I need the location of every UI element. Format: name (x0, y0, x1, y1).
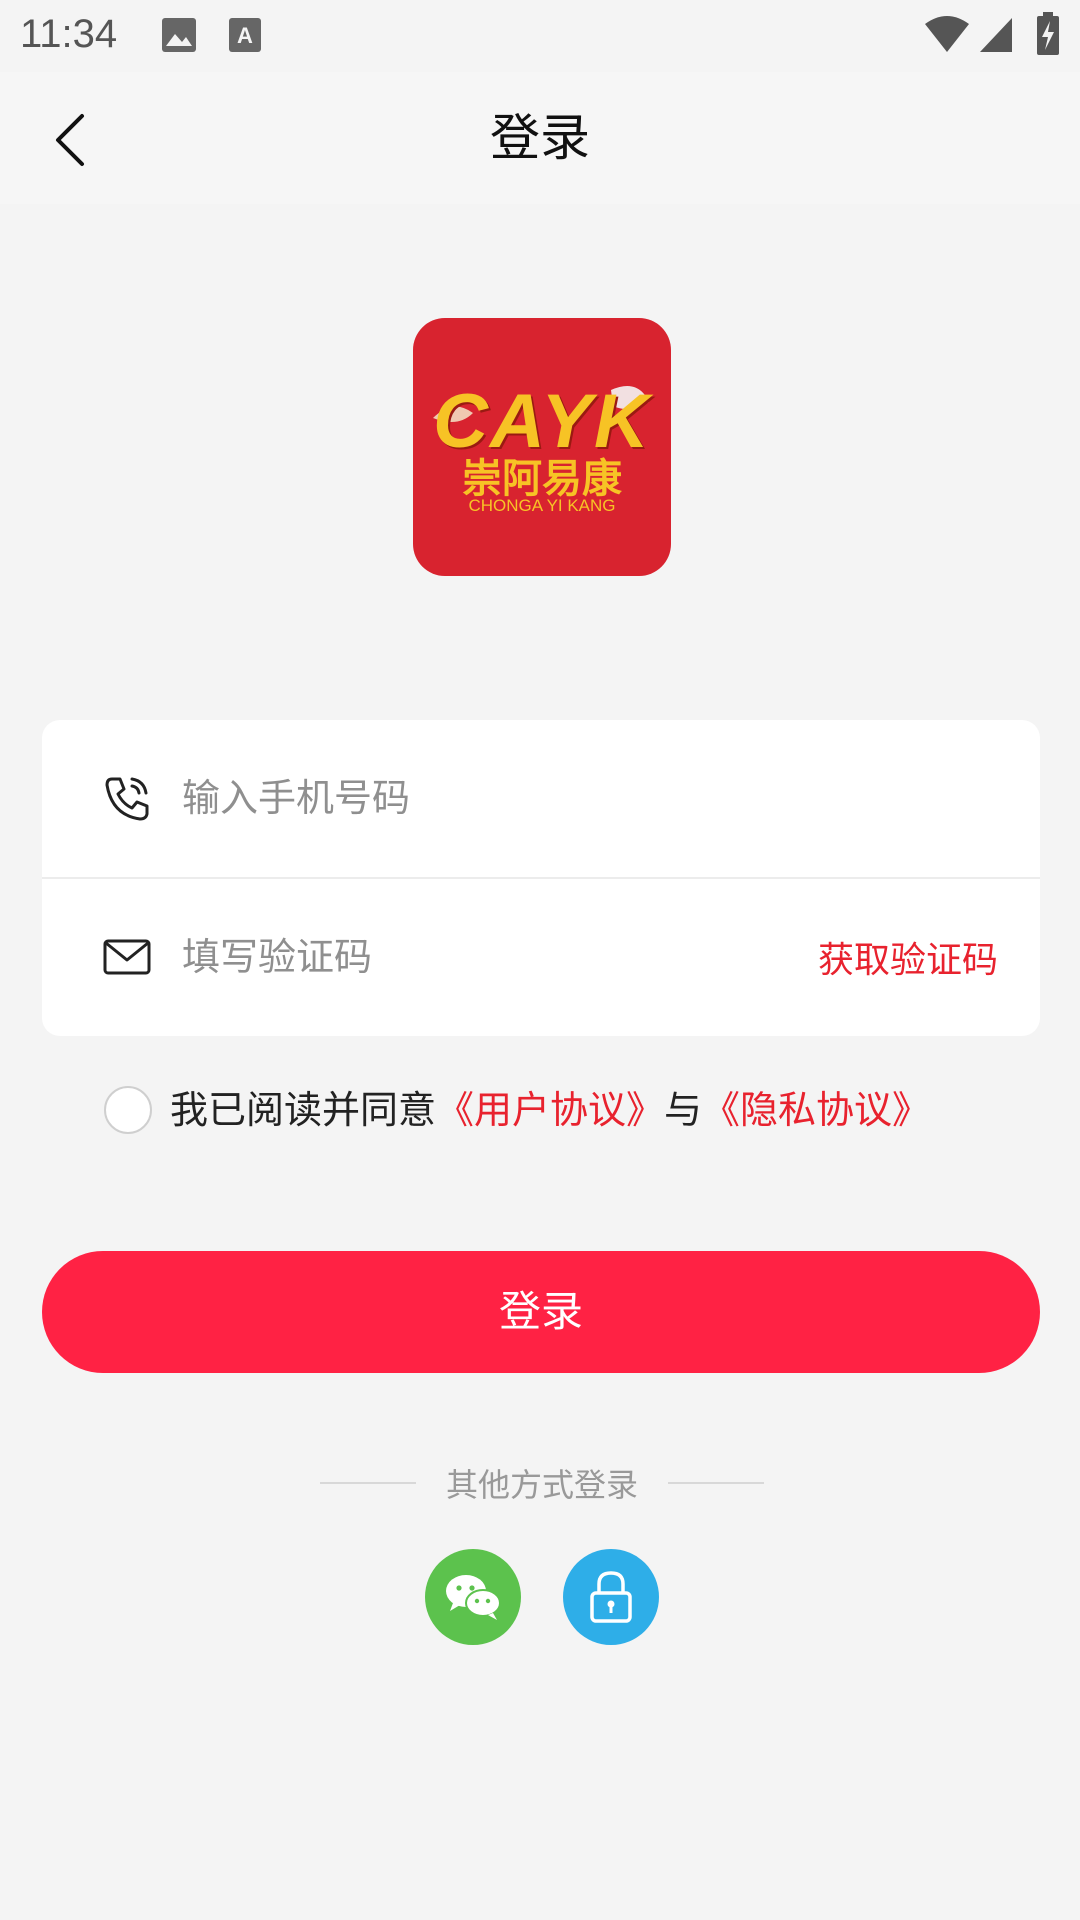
login-form: 获取验证码 (42, 720, 1040, 1036)
lock-icon (590, 1571, 632, 1623)
battery-charging-icon (1036, 12, 1060, 60)
font-icon: A (228, 16, 262, 58)
other-login-divider: 其他方式登录 (320, 1462, 764, 1508)
password-login-button[interactable] (563, 1549, 659, 1645)
back-button[interactable] (32, 102, 108, 178)
agreement-text: 我已阅读并同意《用户协议》与《隐私协议》 (170, 1084, 930, 1136)
user-agreement-link[interactable]: 《用户协议》 (436, 1088, 664, 1132)
chevron-left-icon (56, 114, 84, 166)
wechat-login-button[interactable] (425, 1549, 521, 1645)
wechat-icon (446, 1575, 501, 1620)
svg-text:A: A (237, 23, 253, 48)
phone-icon (102, 773, 152, 823)
signal-icon (978, 14, 1014, 58)
other-login-label: 其他方式登录 (445, 1466, 638, 1504)
wifi-icon (924, 14, 970, 58)
privacy-agreement-link[interactable]: 《隐私协议》 (702, 1088, 930, 1132)
image-icon (160, 16, 198, 58)
agreement-checkbox[interactable] (104, 1086, 152, 1134)
status-time: 11:34 (20, 12, 118, 56)
login-button[interactable]: 登录 (42, 1251, 1040, 1373)
page-title: 登录 (490, 109, 590, 167)
code-row: 获取验证码 (42, 879, 1040, 1036)
get-code-button[interactable]: 获取验证码 (818, 931, 998, 983)
divider-line-right (668, 1482, 764, 1484)
agreement-conjunction: 与 (664, 1088, 703, 1132)
phone-row (42, 720, 1040, 879)
logo-pinyin-text: CHONGA YI KANG (468, 496, 616, 515)
status-bar: 11:34 A (0, 0, 1080, 72)
mail-icon (102, 932, 152, 982)
verification-code-input[interactable] (182, 925, 662, 989)
phone-input[interactable] (182, 766, 782, 830)
header-bar: 登录 (0, 72, 1080, 204)
agreement-prefix: 我已阅读并同意 (170, 1088, 437, 1132)
app-logo: CAYK 崇阿易康 CHONGA YI KANG (413, 318, 671, 576)
